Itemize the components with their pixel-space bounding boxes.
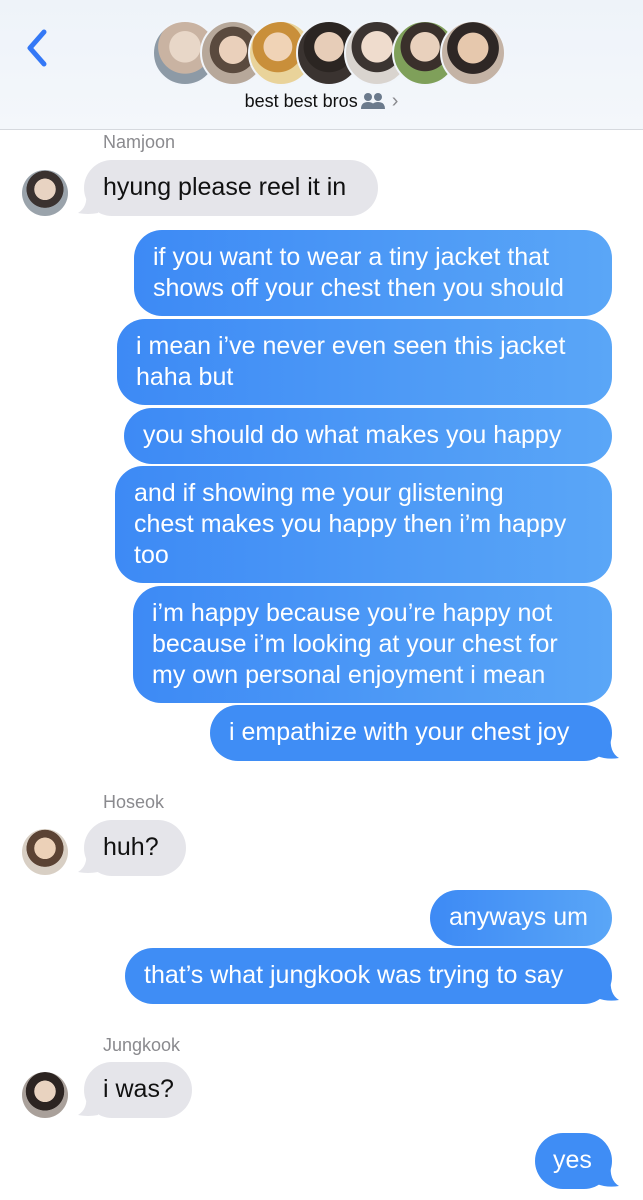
- sender-name: Namjoon: [103, 132, 176, 152]
- message-bubble-outgoing[interactable]: that’s what jungkook was trying to say: [125, 948, 612, 1004]
- message-bubble-outgoing[interactable]: you should do what makes you happy: [124, 408, 612, 464]
- chevron-right-icon: ›: [391, 90, 399, 112]
- message-bubble-incoming[interactable]: i was?: [84, 1062, 192, 1118]
- message-bubble-outgoing[interactable]: if you want to wear a tiny jacket that sh…: [134, 230, 612, 316]
- sender-name: Jungkook: [103, 1035, 181, 1055]
- group-name: best best bros: [244, 91, 358, 111]
- message-bubble-incoming[interactable]: hyung please reel it in: [84, 160, 378, 216]
- group-title[interactable]: best best bros ›: [0, 90, 643, 113]
- conversation-header: best best bros ›: [0, 0, 643, 130]
- back-chevron-icon[interactable]: [20, 26, 56, 70]
- message-bubble-outgoing[interactable]: anyways um: [430, 890, 612, 946]
- avatar: [440, 20, 506, 86]
- message-bubble-outgoing[interactable]: and if showing me your glistening chest m…: [115, 466, 612, 583]
- message-bubble-outgoing[interactable]: i’m happy because you’re happy not becaus…: [133, 586, 612, 703]
- message-bubble-outgoing[interactable]: i empathize with your chest joy: [210, 705, 612, 761]
- message-bubble-incoming[interactable]: huh?: [84, 820, 186, 876]
- avatar[interactable]: [22, 170, 68, 216]
- sender-name: Hoseok: [103, 792, 165, 812]
- two-people-icon: [360, 93, 385, 109]
- message-bubble-outgoing[interactable]: i mean i’ve never even seen this jacket h…: [117, 319, 612, 405]
- message-bubble-outgoing[interactable]: yes: [535, 1133, 612, 1189]
- avatar[interactable]: [22, 1072, 68, 1118]
- avatar[interactable]: [22, 829, 68, 875]
